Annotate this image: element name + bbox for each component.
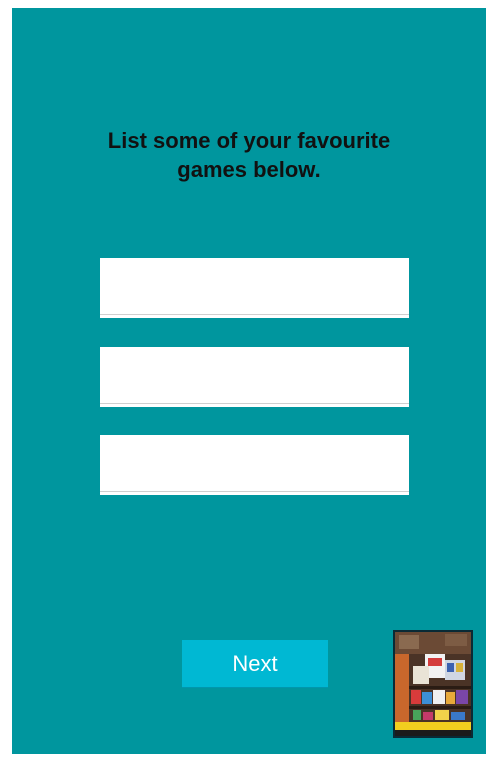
- page-title: List some of your favourite games below.: [12, 126, 486, 184]
- app-screen: List some of your favourite games below.…: [12, 8, 486, 754]
- favourite-game-field-1[interactable]: [100, 258, 409, 314]
- page-title-line-2: games below.: [177, 157, 321, 182]
- next-button[interactable]: Next: [182, 640, 328, 688]
- favourite-game-field-3[interactable]: [100, 435, 409, 491]
- favourite-game-field-2[interactable]: [100, 347, 409, 403]
- page-title-line-1: List some of your favourite: [107, 128, 391, 153]
- camera-preview-image: [395, 632, 471, 736]
- camera-preview-thumbnail[interactable]: [393, 630, 473, 738]
- field-3-underline: [100, 491, 409, 495]
- field-2-underline: [100, 403, 409, 407]
- field-1-underline: [100, 314, 409, 318]
